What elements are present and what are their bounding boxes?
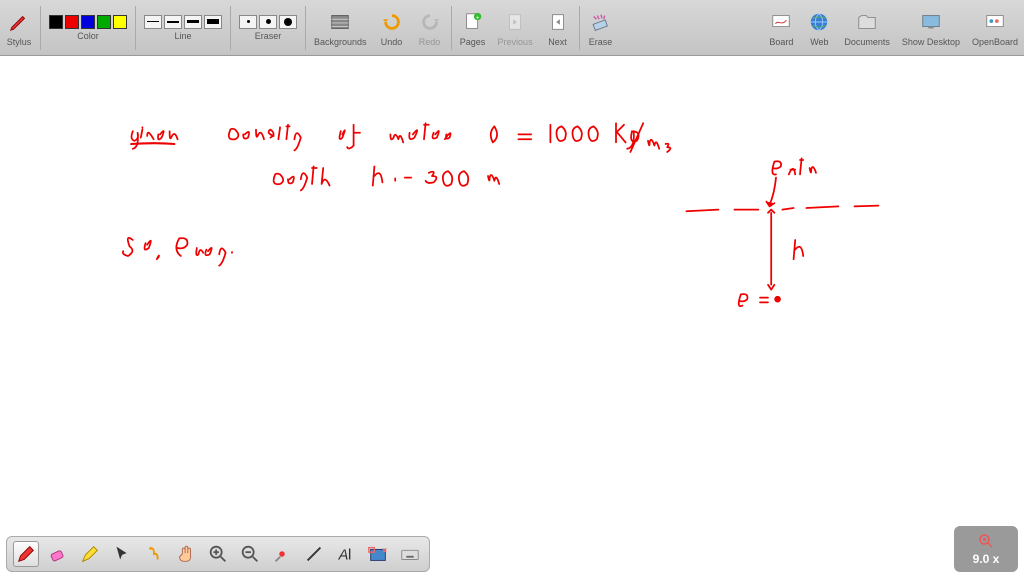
next-icon <box>545 9 571 35</box>
stylus-label: Stylus <box>7 37 32 47</box>
dock-zoom-in[interactable] <box>205 541 231 567</box>
previous-label: Previous <box>498 37 533 47</box>
line-thick[interactable] <box>184 15 202 29</box>
eraser-med[interactable] <box>259 15 277 29</box>
undo-group[interactable]: Undo <box>373 7 411 49</box>
color-black[interactable] <box>49 15 63 29</box>
whiteboard-canvas[interactable] <box>0 56 1024 536</box>
stylus-dock: A <box>6 536 430 572</box>
eraser-small[interactable] <box>239 15 257 29</box>
dock-pointer[interactable] <box>109 541 135 567</box>
show-desktop-group[interactable]: Show Desktop <box>896 7 966 49</box>
line-group: Line <box>138 13 228 43</box>
color-label: Color <box>77 31 99 41</box>
stylus-icon[interactable] <box>6 9 32 35</box>
openboard-icon <box>982 9 1008 35</box>
zoom-indicator[interactable]: 9.0 x <box>954 526 1018 572</box>
dock-pen[interactable] <box>13 541 39 567</box>
pages-group[interactable]: + Pages <box>454 7 492 49</box>
undo-icon <box>379 9 405 35</box>
dock-keyboard[interactable] <box>397 541 423 567</box>
color-red[interactable] <box>65 15 79 29</box>
board-group[interactable]: Board <box>762 7 800 49</box>
undo-label: Undo <box>381 37 403 47</box>
show-desktop-icon <box>918 9 944 35</box>
documents-icon <box>854 9 880 35</box>
next-label: Next <box>548 37 567 47</box>
svg-text:A: A <box>338 548 349 564</box>
color-yellow[interactable] <box>113 15 127 29</box>
dock-line[interactable] <box>301 541 327 567</box>
board-icon <box>768 9 794 35</box>
dock-eraser[interactable] <box>45 541 71 567</box>
pages-icon: + <box>460 9 486 35</box>
line-label: Line <box>174 31 191 41</box>
documents-label: Documents <box>844 37 890 47</box>
openboard-label: OpenBoard <box>972 37 1018 47</box>
next-group[interactable]: Next <box>539 7 577 49</box>
eraser-label: Eraser <box>255 31 282 41</box>
dock-highlighter[interactable] <box>77 541 103 567</box>
previous-group[interactable]: Previous <box>492 7 539 49</box>
stylus-group: Stylus <box>0 7 38 49</box>
handwritten-content <box>0 112 1024 496</box>
dock-play[interactable] <box>141 541 167 567</box>
backgrounds-group[interactable]: Backgrounds <box>308 7 373 49</box>
line-xthick[interactable] <box>204 15 222 29</box>
show-desktop-label: Show Desktop <box>902 37 960 47</box>
top-toolbar: Stylus Color Line Eraser <box>0 0 1024 56</box>
backgrounds-icon <box>327 9 353 35</box>
openboard-group[interactable]: OpenBoard <box>966 7 1024 49</box>
dock-zoom-out[interactable] <box>237 541 263 567</box>
redo-label: Redo <box>419 37 441 47</box>
color-group: Color <box>43 13 133 43</box>
line-med[interactable] <box>164 15 182 29</box>
color-blue[interactable] <box>81 15 95 29</box>
erase-label: Erase <box>589 37 613 47</box>
erase-group[interactable]: Erase <box>582 7 620 49</box>
documents-group[interactable]: Documents <box>838 7 896 49</box>
line-thin[interactable] <box>144 15 162 29</box>
previous-icon <box>502 9 528 35</box>
eraser-large[interactable] <box>279 15 297 29</box>
color-green[interactable] <box>97 15 111 29</box>
board-label: Board <box>769 37 793 47</box>
erase-icon <box>588 9 614 35</box>
dock-text[interactable]: A <box>333 541 359 567</box>
zoom-reset-icon <box>977 532 995 550</box>
redo-group[interactable]: Redo <box>411 7 449 49</box>
dock-hand[interactable] <box>173 541 199 567</box>
svg-text:+: + <box>475 14 479 21</box>
pages-label: Pages <box>460 37 486 47</box>
eraser-group: Eraser <box>233 13 303 43</box>
web-group[interactable]: Web <box>800 7 838 49</box>
backgrounds-label: Backgrounds <box>314 37 367 47</box>
web-label: Web <box>810 37 828 47</box>
dock-laser[interactable] <box>269 541 295 567</box>
dock-capture[interactable] <box>365 541 391 567</box>
redo-icon <box>417 9 443 35</box>
web-icon <box>806 9 832 35</box>
zoom-level: 9.0 x <box>973 552 1000 566</box>
